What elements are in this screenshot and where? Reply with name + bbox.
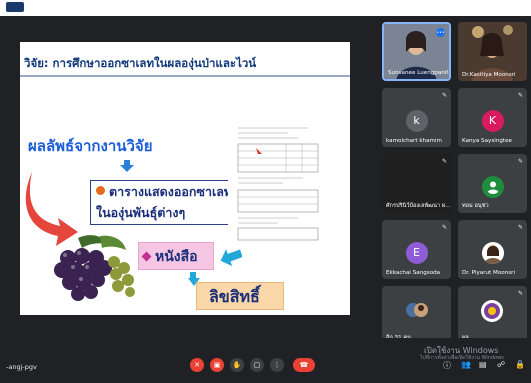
participant-tile[interactable]: ✎ ผุล	[458, 286, 527, 345]
participant-tile[interactable]: Sunsanee Luengpanit •••	[382, 22, 451, 81]
participant-name: ศักรปรินิว์บ้องเลพัฒนา ผ...	[386, 203, 451, 209]
host-controls-icon[interactable]: 🔒	[515, 360, 525, 369]
grapes-image	[54, 235, 135, 301]
app-logo	[6, 2, 24, 12]
participant-avatars-icon	[406, 303, 428, 317]
chat-icon[interactable]: ▤	[479, 360, 487, 369]
patent-label: ลิขสิทธิ์	[209, 287, 260, 306]
participant-tile[interactable]: ✎ Dr. Piyarut Moonsri	[458, 220, 527, 279]
participant-tile[interactable]: ✎ K Kanya Saysingtee	[458, 88, 527, 147]
participant-tile[interactable]: ✎ ศักรปรินิว์บ้องเลพัฒนา ผ...	[382, 154, 451, 213]
info-icon[interactable]: ⓘ	[443, 360, 451, 371]
participant-name: Kanya Saysingtee	[462, 138, 512, 144]
slide-title: วิจัย: การศึกษาออกซาเลทในผลองุ่นป่าและไว…	[24, 56, 257, 70]
speaking-indicator-icon: •••	[436, 28, 445, 37]
participant-name: Dr. Piyarut Moonsri	[462, 270, 515, 276]
participant-name: Sunsanee Luengpanit	[388, 70, 449, 76]
activities-icon[interactable]: ☍	[497, 360, 505, 369]
book-item: หนังสือ	[138, 242, 214, 270]
mic-off-icon: ✎	[517, 92, 523, 99]
person-icon	[481, 176, 504, 198]
participant-name: kamolchart khamim	[386, 138, 442, 144]
avatar	[481, 242, 504, 264]
participant-name: ทอม อนุช่ว	[462, 203, 489, 209]
participant-tile[interactable]: Dr.Kasitiya Moonsri	[458, 22, 527, 81]
camera-off-icon[interactable]: ▣	[210, 358, 224, 372]
table-item-line2: ในองุ่นพันธุ์ต่างๆ	[96, 205, 186, 220]
title-divider	[20, 75, 350, 77]
control-bar: -angj-pgv ✕ ▣ ✋ ▢ ⋮ ☎ เปิดใช้งาน Windows…	[0, 338, 531, 383]
mic-off-icon: ✎	[517, 158, 523, 165]
raise-hand-icon[interactable]: ✋	[230, 358, 244, 372]
meeting-code: -angj-pgv	[6, 363, 37, 371]
top-strip	[0, 0, 531, 16]
mic-off-icon: ✎	[441, 92, 447, 99]
avatar: E	[405, 242, 428, 264]
mic-off-icon: ✎	[441, 158, 447, 165]
presentation-area: วิจัย: การศึกษาออกซาเลทในผลองุ่นป่าและไว…	[0, 16, 372, 338]
document-thumbnail	[228, 120, 323, 244]
patent-item: ลิขสิทธิ์	[196, 282, 284, 310]
leave-call-icon[interactable]: ☎	[293, 358, 315, 372]
slide: วิจัย: การศึกษาออกซาเลทในผลองุ่นป่าและไว…	[20, 42, 350, 315]
mic-off-icon: ✎	[517, 224, 523, 231]
more-options-icon[interactable]: ⋮	[270, 358, 284, 372]
participant-tile[interactable]: ✎ ทอม อนุช่ว	[458, 154, 527, 213]
participant-tile[interactable]: อีก 31 คน	[382, 286, 451, 345]
present-icon[interactable]: ▢	[250, 358, 264, 372]
table-item-line1: ตารางแสดงออกซาเลท	[109, 184, 233, 199]
participant-tile[interactable]: ✎ k kamolchart khamim	[382, 88, 451, 147]
book-label: หนังสือ	[155, 249, 198, 265]
organization-logo	[481, 300, 503, 322]
mic-off-icon: ✎	[441, 224, 447, 231]
people-icon[interactable]: 👥	[461, 360, 471, 369]
avatar: k	[405, 110, 428, 132]
arrow-down-icon	[120, 160, 134, 172]
bullet-dot-icon	[96, 186, 105, 195]
participant-tile[interactable]: ✎ E Ekkachai Sangsoda	[382, 220, 451, 279]
participant-name: Ekkachai Sangsoda	[386, 270, 441, 276]
participant-name: Dr.Kasitiya Moonsri	[462, 72, 516, 78]
bullet-diamond-icon	[141, 251, 152, 262]
result-heading: ผลลัพธ์จากงานวิจัย	[28, 137, 153, 155]
avatar: K	[481, 110, 504, 132]
mic-off-icon: ✎	[517, 290, 523, 297]
arrow-left-icon	[220, 249, 242, 266]
microphone-off-icon[interactable]: ✕	[190, 358, 204, 372]
